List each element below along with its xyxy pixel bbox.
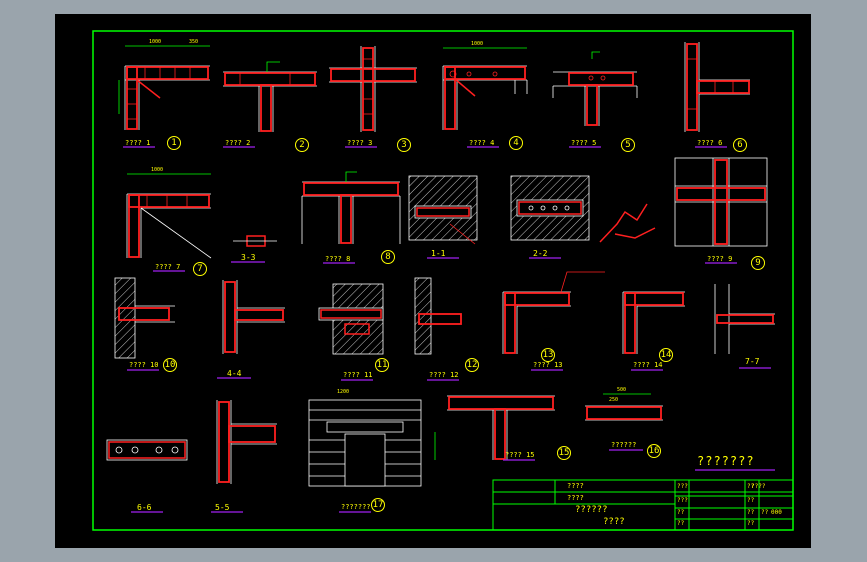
dimension-text: 1000 — [151, 167, 164, 173]
title-block-text: ?? — [677, 520, 685, 527]
detail-number: 16 — [647, 444, 661, 458]
detail-caption: ???? 5 — [571, 139, 597, 147]
detail-caption: ???? 2 — [225, 139, 251, 147]
title-block-text: ?? — [761, 509, 769, 516]
detail-caption: ???? 4 — [469, 139, 495, 147]
section-6-6-drawing — [106, 439, 188, 461]
section-4-4-drawing — [222, 280, 285, 354]
detail-14-drawing — [622, 291, 685, 354]
title-block-text: ???? — [751, 483, 766, 490]
detail-number: 14 — [659, 348, 673, 362]
detail-number: 2 — [295, 138, 309, 152]
detail-caption: ???? 7 — [155, 263, 181, 271]
detail-number: 4 — [509, 136, 523, 150]
title-block-text: 000 — [771, 509, 782, 516]
detail-number: 6 — [733, 138, 747, 152]
title-block-text: ?? — [747, 509, 755, 516]
title-block-text: ?? — [747, 497, 755, 504]
detail-12-drawing — [414, 277, 462, 355]
dimension-text: 250 — [609, 397, 619, 403]
section-7-7-drawing — [714, 284, 775, 354]
detail-caption: ???? 11 — [343, 371, 373, 379]
title-block-text: ?????? — [575, 505, 608, 515]
detail-number: 5 — [621, 138, 635, 152]
section-label: 4-4 — [227, 369, 242, 378]
title-block-text: ??? — [677, 497, 688, 504]
detail-number: 13 — [541, 348, 555, 362]
detail-number: 11 — [375, 358, 389, 372]
detail-number: 17 — [371, 498, 385, 512]
detail-caption: ???? 9 — [707, 255, 733, 263]
title-block-text: ???? — [567, 482, 584, 490]
detail-10-drawing — [114, 277, 175, 359]
detail-15-drawing — [447, 395, 555, 460]
detail-caption: ???? 13 — [533, 361, 563, 369]
detail-caption: ???? 10 — [129, 361, 159, 369]
detail-caption: ???? 6 — [697, 139, 723, 147]
section-label: 5-5 — [215, 503, 230, 512]
title-block-text: ?? — [747, 520, 755, 527]
detail-caption: ???? 12 — [429, 371, 459, 379]
detail-17-drawing — [308, 399, 436, 487]
detail-caption: ???? 1 — [125, 139, 151, 147]
detail-number: 12 — [465, 358, 479, 372]
dimension-text: 1200 — [337, 389, 350, 395]
detail-caption: ?????? — [611, 441, 637, 449]
detail-11-drawing — [318, 283, 384, 355]
section-label: 6-6 — [137, 503, 152, 512]
detail-number: 1 — [167, 136, 181, 150]
detail-6-drawing — [684, 42, 750, 132]
detail-number: 7 — [193, 262, 207, 276]
title-block-text: ??? — [677, 483, 688, 490]
section-label: 7-7 — [745, 357, 760, 366]
detail-5-drawing — [552, 51, 638, 126]
section-2-2-drawing — [510, 175, 590, 241]
general-notes-title: ??????? — [697, 454, 755, 468]
dimension-text: 500 — [617, 387, 627, 393]
detail-caption: ???? 14 — [633, 361, 663, 369]
detail-1-drawing — [118, 45, 210, 130]
detail-number: 9 — [751, 256, 765, 270]
section-1-1-drawing — [408, 175, 478, 245]
detail-13-drawing — [502, 271, 605, 354]
detail-number: 10 — [163, 358, 177, 372]
detail-2-drawing — [223, 61, 317, 132]
rebar-sketch — [599, 203, 656, 243]
detail-16-drawing — [585, 393, 663, 421]
detail-caption: ???? 8 — [325, 255, 351, 263]
detail-number: 15 — [557, 446, 571, 460]
detail-3-drawing — [329, 46, 417, 132]
drawing-sheet: ???? 1 1 ???? 2 2 ???? 3 3 ???? 4 4 ????… — [55, 14, 811, 548]
title-block-text: ???? — [603, 517, 625, 527]
dimension-text: 1000 — [471, 41, 484, 47]
section-label: 3-3 — [241, 253, 256, 262]
section-label: 2-2 — [533, 249, 548, 258]
detail-caption: ???? 3 — [347, 139, 373, 147]
detail-8-drawing — [301, 171, 401, 244]
section-3-3-drawing — [233, 235, 277, 247]
dimension-text: 350 — [189, 39, 199, 45]
dimension-text: 1000 — [149, 39, 162, 45]
title-block-text: ?? — [677, 509, 685, 516]
detail-4-drawing — [442, 47, 528, 130]
section-5-5-drawing — [216, 400, 277, 484]
section-label: 1-1 — [431, 249, 446, 258]
detail-7-drawing — [126, 173, 212, 259]
detail-caption: ??????? — [341, 503, 371, 511]
detail-number: 3 — [397, 138, 411, 152]
title-block-text: ???? — [567, 494, 584, 502]
detail-number: 8 — [381, 250, 395, 264]
detail-caption: ???? 15 — [505, 451, 535, 459]
detail-9-drawing — [674, 157, 768, 247]
